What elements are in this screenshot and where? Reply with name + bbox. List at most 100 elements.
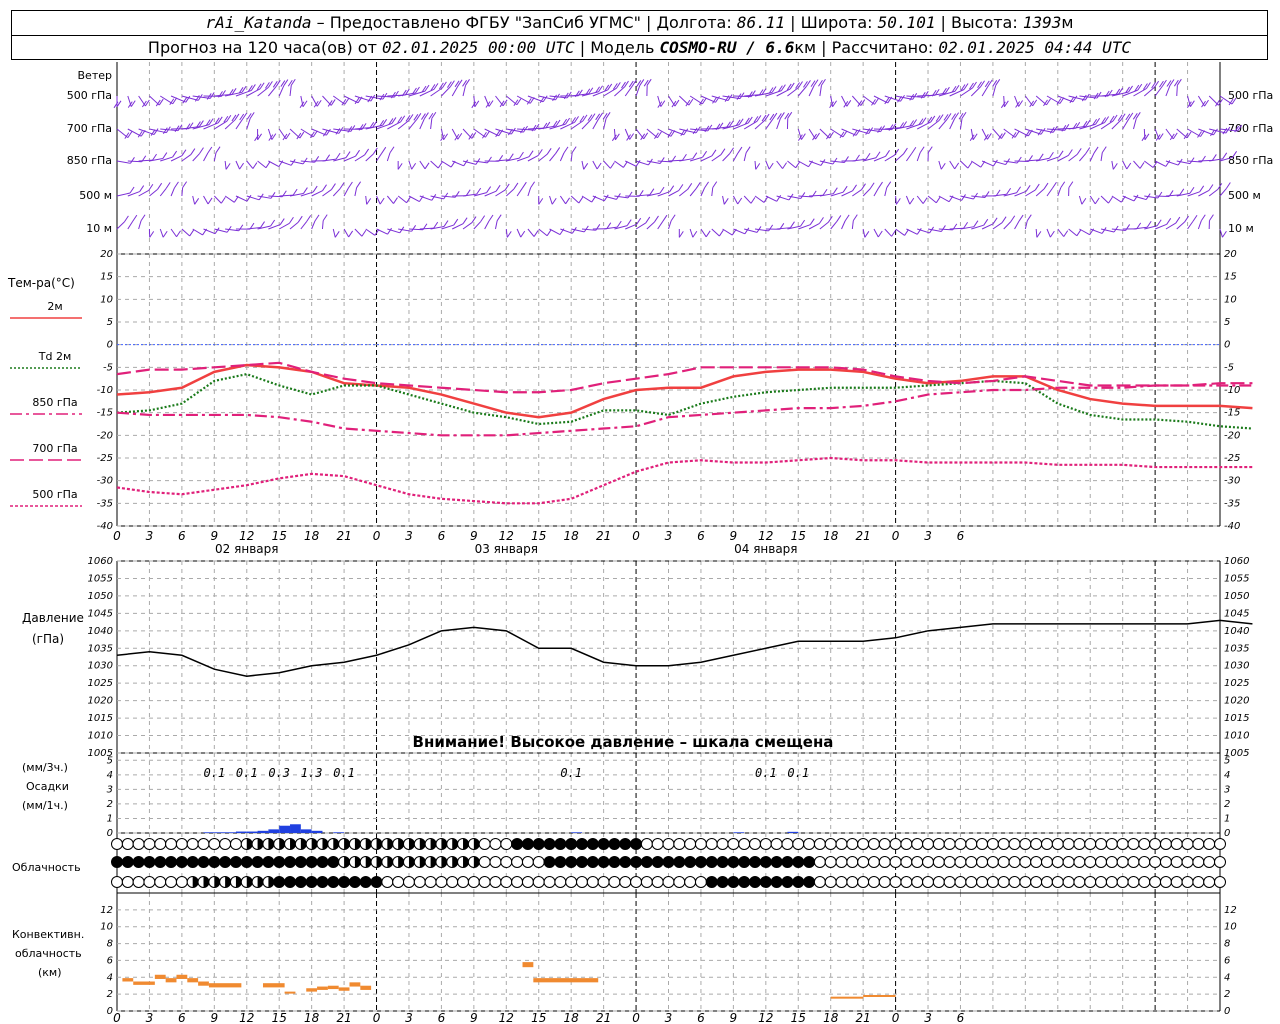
cloud-cover-symbol xyxy=(997,876,1010,888)
cloud-cover-symbol xyxy=(284,838,297,850)
cloud-cover-symbol xyxy=(640,856,653,868)
temp-legend-label: 500 гПа xyxy=(32,488,77,501)
cloud-cover-symbol xyxy=(1019,838,1032,850)
wind-barb xyxy=(949,160,960,170)
wind-barb xyxy=(1024,95,1038,108)
cloud-cover-symbol xyxy=(619,876,632,888)
wind-barb xyxy=(927,195,941,204)
cloud-cover-symbol xyxy=(1051,876,1064,888)
cloud-cover-symbol xyxy=(1084,838,1097,850)
cloud-cover-symbol xyxy=(154,838,167,850)
cloud-cover-symbol xyxy=(965,856,978,868)
cloud-cover-symbol xyxy=(413,838,426,850)
time-tick-label: 3 xyxy=(924,1011,932,1024)
cloud-cover-symbol xyxy=(619,856,632,868)
convective-cloud-segment xyxy=(262,983,285,988)
time-tick-label: 15 xyxy=(791,529,806,543)
temp-tick-right: -5 xyxy=(1224,362,1234,373)
time-tick-label: 3 xyxy=(924,529,932,543)
temp-tick-left: 0 xyxy=(107,340,113,351)
wind-barb xyxy=(549,147,561,162)
wind-barb xyxy=(581,224,601,231)
wind-barb xyxy=(927,86,950,97)
wind-barb xyxy=(1068,119,1091,130)
wind-barb xyxy=(614,160,628,168)
cloud-cover-symbol xyxy=(770,856,783,868)
wind-barb xyxy=(254,129,262,142)
time-tick-label: 15 xyxy=(531,529,546,543)
wind-barb xyxy=(527,228,539,237)
cloud-cover-symbol xyxy=(348,856,361,868)
cloud-cover-symbol xyxy=(878,856,891,868)
cloud-cover-symbol xyxy=(554,838,567,850)
pressure-tick-right: 1055 xyxy=(1224,573,1249,584)
cloud-cover-symbol xyxy=(186,856,199,868)
cloud-cover-symbol xyxy=(165,856,178,868)
cloud-cover-symbol xyxy=(846,838,859,850)
wind-barb xyxy=(495,127,516,136)
wind-barb xyxy=(386,146,395,162)
time-tick-label: 21 xyxy=(856,529,871,543)
pressure-tick-left: 1010 xyxy=(88,731,113,742)
cloud-cover-symbol xyxy=(630,856,643,868)
pressure-tick-left: 1045 xyxy=(88,608,113,619)
date-label: 03 января xyxy=(475,542,538,556)
wind-barb xyxy=(1176,128,1192,140)
cloud-cover-symbol xyxy=(889,856,902,868)
cloud-cover-symbol xyxy=(392,838,405,850)
wind-barb xyxy=(873,228,883,238)
cloud-cover-symbol xyxy=(294,838,307,850)
wind-barb xyxy=(289,128,305,140)
cloud-cover-symbol xyxy=(229,838,242,850)
time-tick-label: 6 xyxy=(178,529,186,543)
cloud-cover-symbol xyxy=(684,876,697,888)
wind-barb xyxy=(797,80,811,97)
wind-barb xyxy=(1154,79,1167,97)
cloud-cover-symbol xyxy=(370,876,383,888)
conv-tick-right: 4 xyxy=(1224,972,1230,983)
time-tick-label: 6 xyxy=(957,1011,965,1024)
wind-barb xyxy=(938,84,960,97)
wind-barb xyxy=(527,181,536,197)
wind-barb xyxy=(149,95,164,107)
precip-title-1: (мм/3ч.) xyxy=(22,761,68,774)
wind-barb xyxy=(916,195,928,204)
temp-tick-left: -10 xyxy=(97,385,113,396)
precip-tick-right: 1 xyxy=(1224,813,1230,824)
wind-barb xyxy=(624,128,635,141)
precipitation-panel: (мм/3ч.) Осадки (мм/1ч.) 0.1 0.1 0.3 1.3 0.1… xyxy=(22,761,809,833)
cloud-cover-symbol xyxy=(694,838,707,850)
temp-tick-right: -35 xyxy=(1224,498,1240,509)
time-tick-label: 6 xyxy=(957,529,965,543)
precip-bar xyxy=(279,825,291,833)
convective-cloud-segment xyxy=(360,985,372,990)
cloud-cover-symbol xyxy=(1030,838,1043,850)
conv-tick-right: 6 xyxy=(1224,955,1230,966)
wind-barb xyxy=(549,195,557,205)
cloud-cover-symbol xyxy=(1084,856,1097,868)
wind-barb xyxy=(776,112,785,130)
wind-barb xyxy=(960,81,977,97)
precip-bar xyxy=(214,832,226,833)
wind-barb xyxy=(473,156,492,164)
wind-barb xyxy=(257,192,276,199)
cloud-cover-symbol xyxy=(1214,876,1226,888)
time-tick-label: 15 xyxy=(272,529,287,543)
cloud-cover-symbol xyxy=(1149,856,1162,868)
cloud-cover-symbol xyxy=(1170,876,1183,888)
cloud-cover-symbol xyxy=(240,856,253,868)
cloud-cover-symbol xyxy=(803,856,816,868)
cloud-cover-symbol xyxy=(327,856,340,868)
cloud-cover-symbol xyxy=(273,856,286,868)
cloud-cover-symbol xyxy=(749,838,762,850)
wind-barb xyxy=(149,182,163,197)
cloud-cover-symbol xyxy=(889,876,902,888)
cloud-cover-symbol xyxy=(792,838,805,850)
wind-barb xyxy=(538,148,552,162)
cloud-cover-symbol xyxy=(986,838,999,850)
pressure-tick-right: 1035 xyxy=(1224,643,1249,654)
convective-cloud-segment xyxy=(122,978,134,982)
wind-barb xyxy=(1122,194,1139,202)
cloud-cover-symbol xyxy=(251,856,264,868)
wind-barb xyxy=(494,214,502,230)
